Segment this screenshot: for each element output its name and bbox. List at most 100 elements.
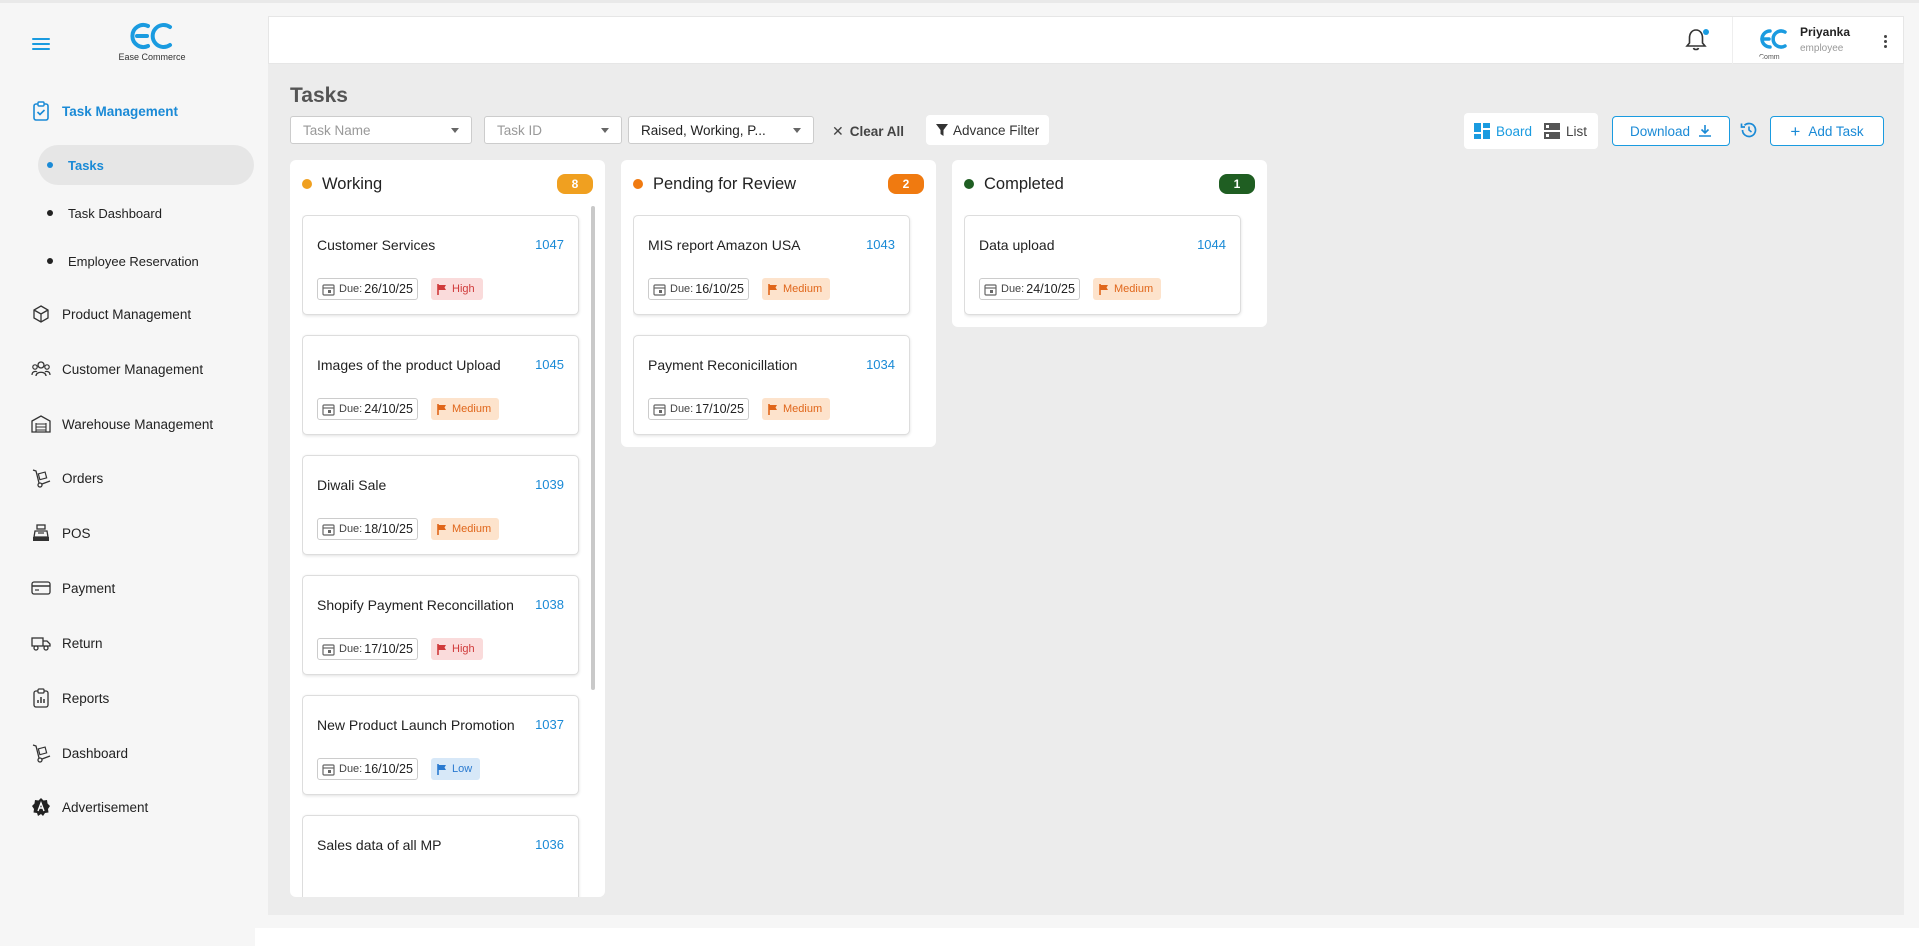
sidebar-item-label: Orders <box>62 470 104 486</box>
chevron-down-icon <box>451 127 459 133</box>
due-date: Due: 24/10/25 <box>317 398 418 420</box>
sidebar-item-payment[interactable]: Payment <box>30 573 115 603</box>
task-card[interactable]: Sales data of all MP 1036 <box>302 815 579 897</box>
add-task-button[interactable]: + Add Task <box>1770 116 1884 146</box>
sidebar-item-label: Product Management <box>62 306 192 322</box>
sidebar-item-return[interactable]: Return <box>30 628 103 658</box>
sidebar-item-task-management[interactable]: Task Management <box>30 96 178 126</box>
due-date: Due: 18/10/25 <box>317 518 418 540</box>
menu-icon[interactable] <box>32 35 54 53</box>
sidebar-item-label: Customer Management <box>62 361 204 377</box>
warehouse-icon <box>30 413 52 435</box>
user-name: Priyanka <box>1800 25 1851 39</box>
column-header: Pending for Review 2 <box>633 172 924 196</box>
calendar-icon <box>984 283 997 296</box>
column-scrollbar[interactable] <box>591 206 595 690</box>
sidebar-subitem-employee-reservation[interactable]: Employee Reservation <box>38 241 254 281</box>
board-view-button[interactable]: Board <box>1474 123 1532 139</box>
task-card[interactable]: New Product Launch Promotion 1037 Due: 1… <box>302 695 579 795</box>
task-title: New Product Launch Promotion <box>317 717 515 733</box>
sidebar-subitem-label: Employee Reservation <box>68 253 199 269</box>
sidebar-item-product-management[interactable]: Product Management <box>30 299 191 329</box>
task-name-dropdown[interactable]: Task Name <box>290 116 472 144</box>
calendar-icon <box>322 643 335 656</box>
task-id-link[interactable]: 1036 <box>535 837 564 852</box>
task-id-link[interactable]: 1038 <box>535 597 564 612</box>
due-value: 16/10/25 <box>695 282 744 296</box>
sidebar-item-orders[interactable]: Orders <box>30 463 103 493</box>
page-title: Tasks <box>290 84 348 107</box>
sidebar-item-reports[interactable]: Reports <box>30 683 109 713</box>
priority-label: High <box>452 643 475 655</box>
add-task-label: Add Task <box>1808 123 1864 139</box>
advance-filter-label: Advance Filter <box>953 122 1040 138</box>
priority-label: Medium <box>452 403 492 415</box>
due-date: Due: 16/10/25 <box>648 278 749 300</box>
main-content: Tasks Task Name Task ID Raised, Working,… <box>268 64 1904 915</box>
column-count-badge: 2 <box>888 174 924 194</box>
task-card[interactable]: Shopify Payment Reconcillation 1038 Due:… <box>302 575 579 675</box>
card-list: Customer Services 1047 Due: 26/10/25 Hig… <box>302 215 589 897</box>
svg-text:Comm: Comm <box>1759 54 1780 61</box>
task-id-link[interactable]: 1043 <box>866 237 895 252</box>
task-card[interactable]: Data upload 1044 Due: 24/10/25 Medium <box>964 215 1241 315</box>
sidebar-subitem-task-dashboard[interactable]: Task Dashboard <box>38 193 254 233</box>
hand-truck-icon <box>30 467 52 489</box>
pos-terminal-icon <box>30 522 52 544</box>
task-id-link[interactable]: 1045 <box>535 357 564 372</box>
chevron-down-icon <box>601 127 609 133</box>
avatar[interactable]: Comm <box>1752 21 1792 61</box>
task-id-link[interactable]: 1047 <box>535 237 564 252</box>
flag-icon <box>437 763 446 775</box>
history-icon[interactable] <box>1739 120 1761 142</box>
sidebar-item-label: Reports <box>62 690 110 706</box>
task-card[interactable]: Payment Reconicillation 1034 Due: 17/10/… <box>633 335 910 435</box>
credit-card-icon <box>30 577 52 599</box>
more-options-icon[interactable] <box>1879 31 1891 51</box>
sidebar-subitem-label: Task Dashboard <box>68 205 162 221</box>
notification-dot <box>1703 29 1709 35</box>
due-date: Due: 17/10/25 <box>317 638 418 660</box>
status-value: Raised, Working, P... <box>641 122 766 138</box>
priority-label: Medium <box>783 283 823 295</box>
status-dot <box>964 179 974 189</box>
task-id-link[interactable]: 1044 <box>1197 237 1226 252</box>
sidebar-item-customer-management[interactable]: Customer Management <box>30 354 203 384</box>
task-id-link[interactable]: 1039 <box>535 477 564 492</box>
clear-all-button[interactable]: ✕ Clear All <box>832 120 904 142</box>
sidebar-item-dashboard[interactable]: Dashboard <box>30 738 128 768</box>
priority-label: Medium <box>452 523 492 535</box>
task-id-link[interactable]: 1034 <box>866 357 895 372</box>
task-card[interactable]: Diwali Sale 1039 Due: 18/10/25 Medium <box>302 455 579 555</box>
flag-icon <box>1099 283 1108 295</box>
sidebar-item-pos[interactable]: POS <box>30 518 91 548</box>
sidebar-item-warehouse-management[interactable]: Warehouse Management <box>30 409 213 439</box>
task-card[interactable]: MIS report Amazon USA 1043 Due: 16/10/25… <box>633 215 910 315</box>
task-card[interactable]: Customer Services 1047 Due: 26/10/25 Hig… <box>302 215 579 315</box>
sidebar-subitem-tasks[interactable]: Tasks <box>38 145 254 185</box>
task-id-link[interactable]: 1037 <box>535 717 564 732</box>
notification-bell-icon[interactable] <box>1685 27 1711 55</box>
due-value: 16/10/25 <box>364 762 413 776</box>
top-border <box>0 0 1919 3</box>
list-view-button[interactable]: List <box>1544 123 1587 139</box>
due-date: Due: 16/10/25 <box>317 758 418 780</box>
priority-badge: Medium <box>431 398 500 420</box>
due-value: 17/10/25 <box>364 642 413 656</box>
report-clipboard-icon <box>30 687 52 709</box>
status-dropdown[interactable]: Raised, Working, P... <box>628 116 814 144</box>
due-value: 24/10/25 <box>364 402 413 416</box>
column-count-badge: 1 <box>1219 174 1255 194</box>
calendar-icon <box>322 403 335 416</box>
task-title: Customer Services <box>317 237 436 253</box>
flag-icon <box>768 403 777 415</box>
task-card[interactable]: Images of the product Upload 1045 Due: 2… <box>302 335 579 435</box>
task-id-placeholder: Task ID <box>497 122 543 138</box>
sidebar-subitem-label: Tasks <box>68 157 104 173</box>
priority-label: Medium <box>1114 283 1154 295</box>
download-button[interactable]: Download <box>1612 116 1730 146</box>
sidebar-item-label: Warehouse Management <box>62 416 214 432</box>
task-id-dropdown[interactable]: Task ID <box>484 116 622 144</box>
advance-filter-button[interactable]: Advance Filter <box>926 115 1050 145</box>
sidebar-item-advertisement[interactable]: Advertisement <box>30 792 148 822</box>
